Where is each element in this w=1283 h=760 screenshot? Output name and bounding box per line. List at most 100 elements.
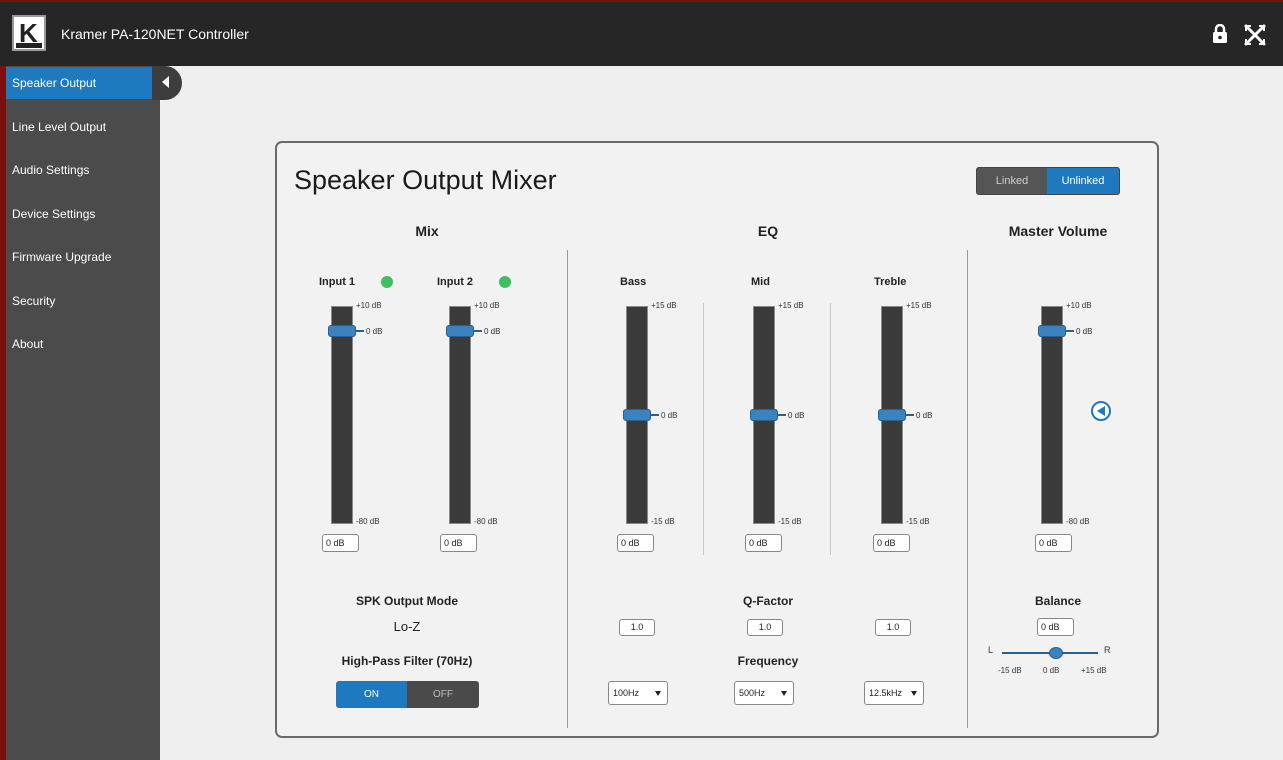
treble-frequency-select[interactable]: 12.5kHz <box>864 681 924 705</box>
section-divider <box>967 250 968 728</box>
input-2-label: Input 2 <box>437 276 474 288</box>
input-1-min-label: -80 dB <box>356 517 380 526</box>
q-factor-label: Q-Factor <box>742 594 793 608</box>
bass-fader-knob[interactable] <box>623 409 651 421</box>
speaker-output-mixer-panel: Speaker Output Mixer Linked Unlinked Mix… <box>275 141 1159 738</box>
input-2-value-field[interactable]: 0 dB <box>440 534 477 552</box>
balance-right-label: R <box>1104 645 1111 655</box>
sidebar-item-audio-settings[interactable]: Audio Settings <box>6 154 160 186</box>
eq-title: EQ <box>757 223 779 239</box>
bass-zero-label: 0 dB <box>661 411 678 420</box>
input-2-max-label: +10 dB <box>474 301 500 310</box>
input-1-label: Input 1 <box>319 276 356 288</box>
bass-max-label: +15 dB <box>651 301 677 310</box>
mid-label: Mid <box>751 276 770 288</box>
balance-min-label: -15 dB <box>998 666 1022 675</box>
input-1-signal-led <box>381 276 393 288</box>
dropdown-arrow-icon <box>781 691 787 696</box>
app-title: Kramer PA-120NET Controller <box>61 26 249 42</box>
treble-value-field[interactable]: 0 dB <box>873 534 910 552</box>
balance-left-label: L <box>988 645 994 655</box>
high-pass-filter-label: High-Pass Filter (70Hz) <box>341 654 473 668</box>
master-volume-value-field[interactable]: 0 dB <box>1035 534 1072 552</box>
knob-pointer <box>1066 330 1074 332</box>
treble-max-label: +15 dB <box>906 301 932 310</box>
treble-frequency-value: 12.5kHz <box>869 688 903 698</box>
sidebar-item-firmware-upgrade[interactable]: Firmware Upgrade <box>6 241 160 273</box>
knob-pointer <box>651 414 659 416</box>
mid-q-field[interactable]: 1.0 <box>747 619 783 636</box>
close-icon[interactable] <box>1243 23 1267 47</box>
input-2-fader-knob[interactable] <box>446 325 474 337</box>
input-1-zero-label: 0 dB <box>366 327 383 336</box>
link-toggle[interactable]: Linked Unlinked <box>976 167 1120 195</box>
speaker-icon <box>1097 406 1105 416</box>
header-bar: K Kramer PA-120NET Controller <box>0 0 1283 66</box>
balance-slider-knob[interactable] <box>1049 647 1063 659</box>
master-volume-fader-knob[interactable] <box>1038 325 1066 337</box>
master-min-label: -80 dB <box>1066 517 1090 526</box>
bass-frequency-value: 100Hz <box>613 688 640 698</box>
sidebar-item-security[interactable]: Security <box>6 285 160 317</box>
spk-output-mode-value: Lo-Z <box>393 619 421 634</box>
panel-title: Speaker Output Mixer <box>294 165 557 195</box>
eq-band-divider <box>703 303 704 555</box>
knob-pointer <box>778 414 786 416</box>
input-1-max-label: +10 dB <box>356 301 382 310</box>
treble-q-field[interactable]: 1.0 <box>875 619 911 636</box>
input-2-min-label: -80 dB <box>474 517 498 526</box>
balance-max-label: +15 dB <box>1081 666 1107 675</box>
chevron-left-icon <box>162 76 169 88</box>
master-max-label: +10 dB <box>1066 301 1092 310</box>
mix-title: Mix <box>415 223 439 239</box>
sidebar-item-speaker-output[interactable]: Speaker Output <box>6 67 160 99</box>
knob-pointer <box>356 330 364 332</box>
knob-pointer <box>474 330 482 332</box>
mid-max-label: +15 dB <box>778 301 804 310</box>
bass-frequency-select[interactable]: 100Hz <box>608 681 668 705</box>
treble-zero-label: 0 dB <box>916 411 933 420</box>
lock-icon[interactable] <box>1212 24 1228 44</box>
mid-value-field[interactable]: 0 dB <box>745 534 782 552</box>
hpf-off-option[interactable]: OFF <box>407 681 479 708</box>
bass-min-label: -15 dB <box>651 517 675 526</box>
kramer-logo: K <box>12 15 46 51</box>
treble-label: Treble <box>874 276 907 288</box>
hpf-on-option[interactable]: ON <box>336 681 407 708</box>
eq-band-divider <box>830 303 831 555</box>
spk-output-mode-label: SPK Output Mode <box>356 594 458 608</box>
treble-fader-knob[interactable] <box>878 409 906 421</box>
dropdown-arrow-icon <box>655 691 661 696</box>
mid-min-label: -15 dB <box>778 517 802 526</box>
mid-fader-knob[interactable] <box>750 409 778 421</box>
bass-q-field[interactable]: 1.0 <box>619 619 655 636</box>
knob-pointer <box>906 414 914 416</box>
input-1-fader-track[interactable] <box>331 306 353 524</box>
input-2-fader-track[interactable] <box>449 306 471 524</box>
bass-value-field[interactable]: 0 dB <box>617 534 654 552</box>
input-2-signal-led <box>499 276 511 288</box>
mid-frequency-value: 500Hz <box>739 688 766 698</box>
treble-min-label: -15 dB <box>906 517 930 526</box>
bass-label: Bass <box>620 276 647 288</box>
master-volume-fader-track[interactable] <box>1041 306 1063 524</box>
master-volume-title: Master Volume <box>1008 223 1108 239</box>
frequency-label: Frequency <box>737 654 799 668</box>
sidebar-item-device-settings[interactable]: Device Settings <box>6 198 160 230</box>
dropdown-arrow-icon <box>911 691 917 696</box>
high-pass-filter-toggle[interactable]: ON OFF <box>336 681 479 708</box>
mid-frequency-select[interactable]: 500Hz <box>734 681 794 705</box>
unlinked-option[interactable]: Unlinked <box>1047 168 1119 194</box>
balance-label: Balance <box>1034 594 1082 608</box>
mid-zero-label: 0 dB <box>788 411 805 420</box>
input-1-fader-knob[interactable] <box>328 325 356 337</box>
input-1-value-field[interactable]: 0 dB <box>322 534 359 552</box>
input-2-zero-label: 0 dB <box>484 327 501 336</box>
balance-value-field[interactable]: 0 dB <box>1037 618 1074 636</box>
mute-button[interactable] <box>1091 401 1111 421</box>
sidebar-item-line-level-output[interactable]: Line Level Output <box>6 111 160 143</box>
sidebar-item-about[interactable]: About <box>6 328 160 360</box>
linked-option[interactable]: Linked <box>977 168 1047 194</box>
sidebar-collapse-button[interactable] <box>152 66 182 100</box>
balance-center-label: 0 dB <box>1043 666 1060 675</box>
